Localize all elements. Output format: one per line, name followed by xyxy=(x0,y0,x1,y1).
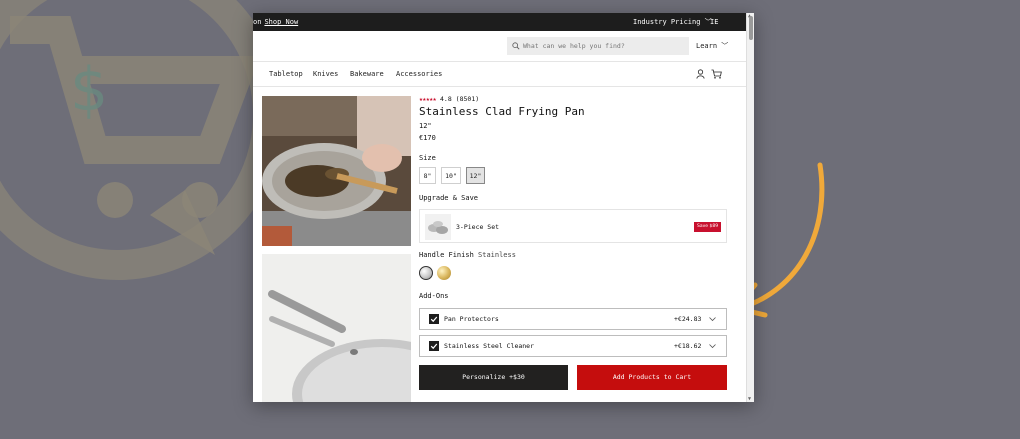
nav-item-tabletop[interactable]: Tabletop xyxy=(269,62,303,86)
selected-size-text: 12" xyxy=(419,122,432,130)
nav-item-accessories[interactable]: Accessories xyxy=(396,62,442,86)
stainless-swatch[interactable] xyxy=(419,266,433,280)
handle-finish-value: Stainless xyxy=(478,251,516,259)
chevron-down-icon: ﹀ xyxy=(721,42,729,50)
add-to-cart-button[interactable]: Add Products to Cart xyxy=(577,365,727,390)
save-badge: Save $89 xyxy=(694,222,722,232)
addon-steel-cleaner[interactable]: Stainless Steel Cleaner +€18.62 xyxy=(419,335,727,357)
cart-icon[interactable] xyxy=(711,69,722,79)
pan-cooking-image xyxy=(262,96,411,246)
gold-swatch[interactable] xyxy=(437,266,451,280)
handle-finish-title: Handle Finish xyxy=(419,251,474,259)
site-header: Learn ﹀ xyxy=(253,31,746,62)
announcement-bar: on Shop Now Industry Pricing ﹀ IE xyxy=(253,13,746,31)
review-count: (8501) xyxy=(455,95,480,103)
upgrade-set-card[interactable]: 3-Piece Set Save $89 xyxy=(419,209,727,243)
product-title: Stainless Clad Frying Pan xyxy=(419,105,585,118)
size-label: Size xyxy=(419,154,436,162)
set-thumbnail xyxy=(425,214,451,240)
browser-window: onShop Now Industry Pricing ﹀ IE Learn ﹀… xyxy=(253,13,754,402)
personalize-button[interactable]: Personalize +$30 xyxy=(419,365,568,390)
chevron-down-icon[interactable] xyxy=(709,316,716,322)
size-option-8[interactable]: 8" xyxy=(419,167,436,184)
search-box[interactable] xyxy=(507,37,689,55)
industry-pricing-label: Industry Pricing xyxy=(633,18,701,26)
product-photo-cooking[interactable] xyxy=(262,96,411,246)
learn-label: Learn xyxy=(696,42,718,50)
scrollbar-thumb[interactable] xyxy=(749,16,753,40)
size-option-10[interactable]: 10" xyxy=(441,167,461,184)
svg-text:$: $ xyxy=(70,55,108,125)
learn-menu[interactable]: Learn ﹀ xyxy=(696,37,728,55)
upgrade-label: Upgrade & Save xyxy=(419,194,479,202)
handle-finish-label: Handle Finish Stainless xyxy=(419,251,516,259)
region-selector[interactable]: IE xyxy=(710,13,718,31)
promo-text: on Shop Now xyxy=(253,13,298,31)
checkbox-checked-icon[interactable] xyxy=(429,314,439,324)
shop-now-link[interactable]: Shop Now xyxy=(264,18,298,26)
chevron-down-icon[interactable] xyxy=(709,343,716,349)
rating-value: 4.8 xyxy=(440,95,452,103)
product-photo-pan[interactable] xyxy=(262,254,411,402)
addons-label: Add-Ons xyxy=(419,292,449,300)
scrollbar[interactable]: ▲ ▼ xyxy=(746,13,754,402)
addon-price: +€18.62 xyxy=(674,342,702,350)
checkbox-checked-icon[interactable] xyxy=(429,341,439,351)
addon-pan-protectors[interactable]: Pan Protectors +€24.83 xyxy=(419,308,727,330)
account-icon[interactable] xyxy=(696,69,705,79)
star-rating-icon: ★★★★★ xyxy=(419,95,437,103)
size-option-12[interactable]: 12" xyxy=(466,167,485,184)
scroll-down-icon[interactable]: ▼ xyxy=(748,396,751,402)
pan-product-image xyxy=(262,254,411,402)
addon-price: +€24.83 xyxy=(674,315,702,323)
product-rating[interactable]: ★★★★★ 4.8 (8501) xyxy=(419,95,479,103)
nav-item-knives[interactable]: Knives xyxy=(313,62,338,86)
main-nav: Tabletop Knives Bakeware Accessories xyxy=(253,62,746,87)
addon-name: Stainless Steel Cleaner xyxy=(444,342,535,350)
addon-name: Pan Protectors xyxy=(444,315,499,323)
upgrade-item-name: 3-Piece Set xyxy=(456,223,500,231)
industry-pricing-dropdown[interactable]: Industry Pricing ﹀ xyxy=(633,13,712,31)
promo-text-label: on xyxy=(253,18,262,26)
product-price: €170 xyxy=(419,134,436,142)
nav-item-bakeware[interactable]: Bakeware xyxy=(350,62,384,86)
search-icon xyxy=(512,42,520,50)
search-input[interactable] xyxy=(521,37,685,55)
